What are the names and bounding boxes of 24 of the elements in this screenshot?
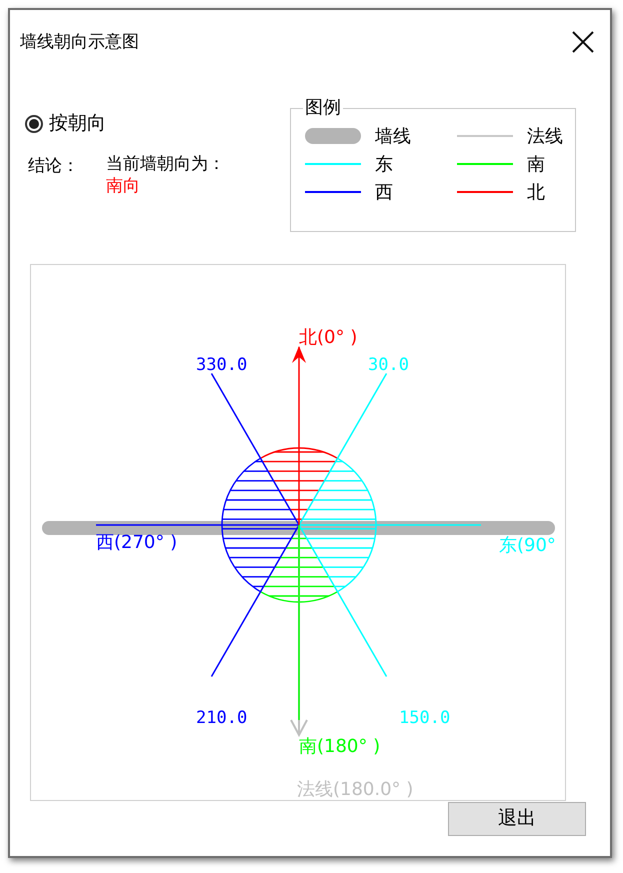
legend-label: 法线 [527,125,564,148]
legend-label: 东 [375,153,394,176]
direction-label: 东(90° [499,535,556,556]
angle-label: 150.0 [399,708,450,728]
legend-label: 南 [527,153,546,176]
close-icon [572,31,594,53]
direction-label: 南(180° ) [299,736,380,757]
angle-label: 210.0 [196,708,248,728]
window-title: 墙线朝向示意图 [20,31,139,54]
legend-title: 图例 [303,96,343,118]
legend-label: 墙线 [375,125,412,148]
legend-label: 北 [527,181,546,204]
normal-label: 法线(180.0° ) [297,779,414,800]
exit-button[interactable]: 退出 [448,802,586,836]
legend-label: 西 [375,181,394,204]
angle-label: 330.0 [196,355,248,375]
conclusion-text: 当前墙朝向为： [106,152,225,174]
close-button[interactable] [570,29,596,55]
direction-label: 西(270° ) [96,532,178,553]
orientation-radio[interactable]: 按朝向 [25,110,290,138]
conclusion-label: 结论： [28,154,80,176]
direction-label: 北(0° ) [299,327,358,348]
conclusion-value: 南向 [106,174,141,196]
angle-label: 30.0 [368,355,409,375]
